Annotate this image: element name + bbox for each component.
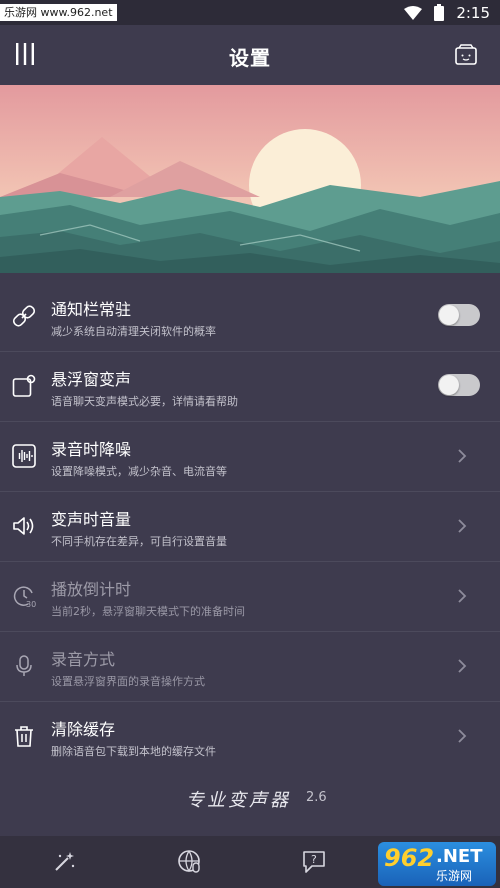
setting-clear-cache[interactable]: 清除缓存 删除语音包下载到本地的缓存文件: [0, 702, 500, 772]
voice-globe-icon[interactable]: [176, 848, 204, 876]
toggle-knob: [439, 305, 459, 325]
microphone-icon: [16, 655, 32, 676]
svg-text:30: 30: [26, 600, 36, 608]
setting-record-mode[interactable]: 录音方式 设置悬浮窗界面的录音操作方式: [0, 632, 500, 702]
site-logo-number: 962: [384, 844, 435, 872]
setting-subtitle: 当前2秒，悬浮窗聊天模式下的准备时间: [51, 605, 245, 618]
status-bar: 乐游网 www.962.net 2:15: [0, 0, 500, 25]
site-logo: 962 .NET 乐游网: [378, 842, 496, 886]
setting-title: 清除缓存: [51, 720, 116, 739]
setting-subtitle: 语音聊天变声模式必要，详情请看帮助: [51, 395, 238, 408]
magic-wand-icon[interactable]: [50, 848, 78, 876]
setting-subtitle: 设置降噪模式，减少杂音、电流音等: [51, 465, 227, 478]
setting-title: 变声时音量: [51, 510, 132, 529]
setting-subtitle: 设置悬浮窗界面的录音操作方式: [51, 675, 205, 688]
chevron-right-icon: [458, 589, 467, 603]
chevron-right-icon: [458, 449, 467, 463]
chevron-right-icon: [458, 729, 467, 743]
setting-title: 通知栏常驻: [51, 300, 132, 319]
app-footer: 专业变声器 2.6: [0, 764, 500, 834]
banner-illustration: [0, 85, 500, 273]
setting-subtitle: 不同手机存在差异，可自行设置音量: [51, 535, 227, 548]
floating-window-icon: [12, 374, 36, 397]
help-box-icon[interactable]: [454, 43, 478, 67]
settings-list: 通知栏常驻 减少系统自动清理关闭软件的概率 悬浮窗变声 语音聊天变声模式必要，详…: [0, 282, 500, 772]
link-icon: [12, 305, 36, 327]
setting-title: 录音时降噪: [51, 440, 132, 459]
trash-icon: [15, 726, 33, 747]
setting-playback-countdown[interactable]: 30 播放倒计时 当前2秒，悬浮窗聊天模式下的准备时间: [0, 562, 500, 632]
timer-icon: 30: [13, 586, 36, 608]
setting-voice-volume[interactable]: 变声时音量 不同手机存在差异，可自行设置音量: [0, 492, 500, 562]
help-chat-icon[interactable]: ?: [300, 848, 328, 876]
setting-title: 录音方式: [51, 650, 116, 669]
chevron-right-icon: [458, 659, 467, 673]
notification-pin-toggle[interactable]: [438, 304, 480, 326]
clock: 2:15: [456, 3, 490, 22]
site-watermark: 乐游网 www.962.net: [0, 4, 117, 21]
svg-text:?: ?: [311, 853, 317, 866]
setting-subtitle: 减少系统自动清理关闭软件的概率: [51, 325, 216, 338]
setting-title: 悬浮窗变声: [51, 370, 132, 389]
waveform-icon: [12, 444, 36, 468]
floating-voice-toggle[interactable]: [438, 374, 480, 396]
site-logo-name: 乐游网: [436, 869, 473, 883]
wifi-icon: [404, 5, 423, 20]
setting-floating-voice[interactable]: 悬浮窗变声 语音聊天变声模式必要，详情请看帮助: [0, 352, 500, 422]
app-version: 2.6: [306, 790, 327, 805]
app-bar: 设置: [0, 25, 500, 85]
page-title: 设置: [229, 46, 271, 70]
setting-title: 播放倒计时: [51, 580, 132, 599]
setting-notification-pin[interactable]: 通知栏常驻 减少系统自动清理关闭软件的概率: [0, 282, 500, 352]
setting-subtitle: 删除语音包下载到本地的缓存文件: [51, 745, 216, 758]
battery-icon: [434, 4, 445, 21]
setting-noise-reduction[interactable]: 录音时降噪 设置降噪模式，减少杂音、电流音等: [0, 422, 500, 492]
chevron-right-icon: [458, 519, 467, 533]
bottom-nav: ? 962 .NET 乐游网: [0, 836, 500, 888]
app-brand: 专业变声器: [186, 790, 291, 811]
site-logo-suffix: .NET: [436, 846, 483, 867]
volume-icon: [13, 517, 34, 535]
toggle-knob: [439, 375, 459, 395]
